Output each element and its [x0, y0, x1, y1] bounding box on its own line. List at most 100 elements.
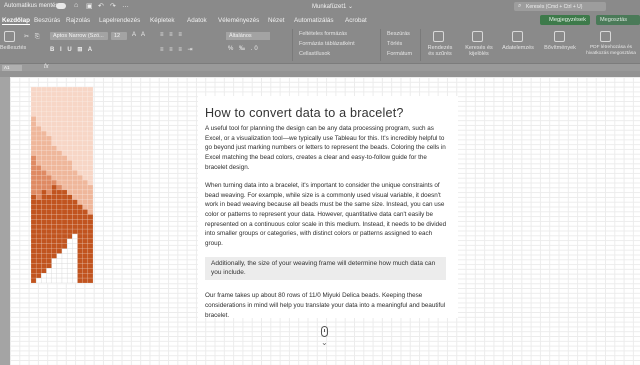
bead-cell	[66, 150, 73, 156]
chevron-down-icon[interactable]: ⌄	[321, 338, 328, 347]
sort-filter-icon[interactable]	[433, 31, 444, 42]
align-icons-top[interactable]: ≡ ≡ ≡	[160, 32, 184, 38]
bead-cell	[46, 272, 52, 279]
bead-cell	[87, 179, 93, 186]
bead-cell	[31, 155, 37, 161]
number-format-icons[interactable]: % ‰ .0	[228, 46, 260, 52]
bead-cell	[56, 121, 63, 127]
bead-cell	[35, 179, 42, 186]
bead-cell	[72, 184, 78, 191]
row-headers[interactable]	[0, 77, 10, 365]
bead-cell	[51, 126, 58, 132]
bead-cell	[35, 87, 42, 93]
tab-insert[interactable]: Beszúrás	[34, 17, 60, 24]
find-select-icon[interactable]	[472, 31, 483, 42]
search-box[interactable]: ⌕ Keresés (Cmd + Ctrl + U)	[514, 2, 606, 11]
align-icons-bottom[interactable]: ≡ ≡ ≡ ⇥	[160, 46, 195, 53]
bead-cell	[51, 165, 58, 171]
bead-cell	[31, 150, 37, 156]
pdf-icon[interactable]	[600, 31, 611, 42]
bead-cell	[51, 233, 58, 240]
format-cells-button[interactable]: Formátum	[387, 51, 412, 57]
bead-cell	[66, 111, 73, 117]
bead-cell	[77, 194, 83, 200]
clipboard-icon[interactable]	[4, 31, 15, 42]
ribbon-tabs: Kezdőlap Beszúrás Rajzolás Lapelrendezés…	[0, 13, 640, 27]
bead-cell	[35, 174, 42, 181]
bead-cell	[56, 170, 63, 176]
bead-cell	[41, 96, 47, 102]
tab-review[interactable]: Véleményezés	[218, 17, 259, 24]
bead-cell	[72, 87, 78, 93]
tab-automate[interactable]: Automatizálás	[294, 17, 334, 24]
tab-home[interactable]: Kezdőlap	[2, 17, 30, 25]
share-button[interactable]: Megosztás	[596, 15, 640, 25]
bead-cell	[46, 150, 52, 156]
bead-cell	[66, 106, 73, 112]
bead-cell	[56, 111, 63, 117]
bead-cell	[35, 243, 42, 249]
bead-cell	[66, 219, 73, 225]
bead-cell	[56, 160, 63, 166]
bead-cell	[87, 184, 93, 191]
tab-formulas[interactable]: Képletek	[150, 17, 175, 24]
bead-cell	[46, 160, 52, 166]
bead-cell	[72, 111, 78, 117]
bead-cell	[46, 253, 52, 259]
workbook-title[interactable]: Munkafüzet1 ⌄	[312, 3, 353, 10]
tab-view[interactable]: Nézet	[268, 17, 284, 24]
bead-cell	[72, 174, 78, 181]
bold-italic-underline-icons[interactable]: B I U ⊞ A	[50, 46, 94, 53]
fx-icon[interactable]: fx	[44, 64, 49, 70]
save-icon[interactable]: ▣	[86, 2, 93, 10]
bead-cell	[51, 272, 58, 279]
bead-cell	[66, 263, 73, 269]
tab-draw[interactable]: Rajzolás	[66, 17, 90, 24]
bead-cell	[82, 170, 89, 176]
number-format-select[interactable]: Általános	[226, 32, 270, 40]
bead-cell	[61, 223, 68, 230]
bead-cell	[72, 106, 78, 112]
more-icon[interactable]: …	[122, 2, 129, 9]
bead-cell	[51, 145, 58, 151]
bead-cell	[87, 219, 93, 225]
bead-cell	[61, 121, 68, 127]
bead-cell	[66, 121, 73, 127]
bead-cell	[82, 263, 89, 269]
bead-cell	[31, 238, 37, 244]
bead-cell	[87, 272, 93, 279]
tab-page-layout[interactable]: Lapelrendezés	[99, 17, 140, 24]
bead-cell	[46, 277, 52, 283]
redo-icon[interactable]: ↷	[110, 2, 116, 10]
bead-cell	[35, 219, 42, 225]
delete-cells-button[interactable]: Törlés	[387, 41, 402, 47]
cut-copy-icons[interactable]: ✂ ⎘	[24, 33, 42, 41]
bead-cell	[35, 145, 42, 151]
bead-cell	[77, 219, 83, 225]
bead-cell	[41, 277, 47, 283]
addins-icon[interactable]	[554, 31, 565, 42]
insert-cells-button[interactable]: Beszúrás	[387, 31, 410, 37]
font-name-select[interactable]: Aptos Narrow (Szö...	[50, 32, 108, 40]
analyze-data-icon[interactable]	[512, 31, 523, 42]
bead-cell	[61, 263, 68, 269]
undo-icon[interactable]: ↶	[98, 2, 104, 10]
tab-data[interactable]: Adatok	[187, 17, 207, 24]
autosave-toggle[interactable]	[56, 3, 66, 9]
comments-button[interactable]: Megjegyzések	[540, 15, 590, 25]
font-grow-shrink-icons[interactable]: A A	[132, 32, 147, 38]
conditional-format-button[interactable]: Feltételes formázás	[299, 31, 347, 37]
bead-cell	[41, 209, 47, 215]
bead-cell	[61, 91, 68, 98]
analyze-label: Adatelemzés	[502, 45, 534, 51]
bead-cell	[41, 184, 47, 191]
bead-cell	[72, 268, 78, 274]
tab-acrobat[interactable]: Acrobat	[345, 17, 367, 24]
bead-cell	[82, 184, 89, 191]
home-icon[interactable]: ⌂	[74, 2, 78, 9]
bead-cell	[35, 101, 42, 107]
bead-cell	[77, 223, 83, 230]
format-as-table-button[interactable]: Formázás táblázatként	[299, 41, 355, 47]
font-size-select[interactable]: 12	[111, 32, 127, 40]
cell-styles-button[interactable]: Cellastílusok	[299, 51, 330, 57]
